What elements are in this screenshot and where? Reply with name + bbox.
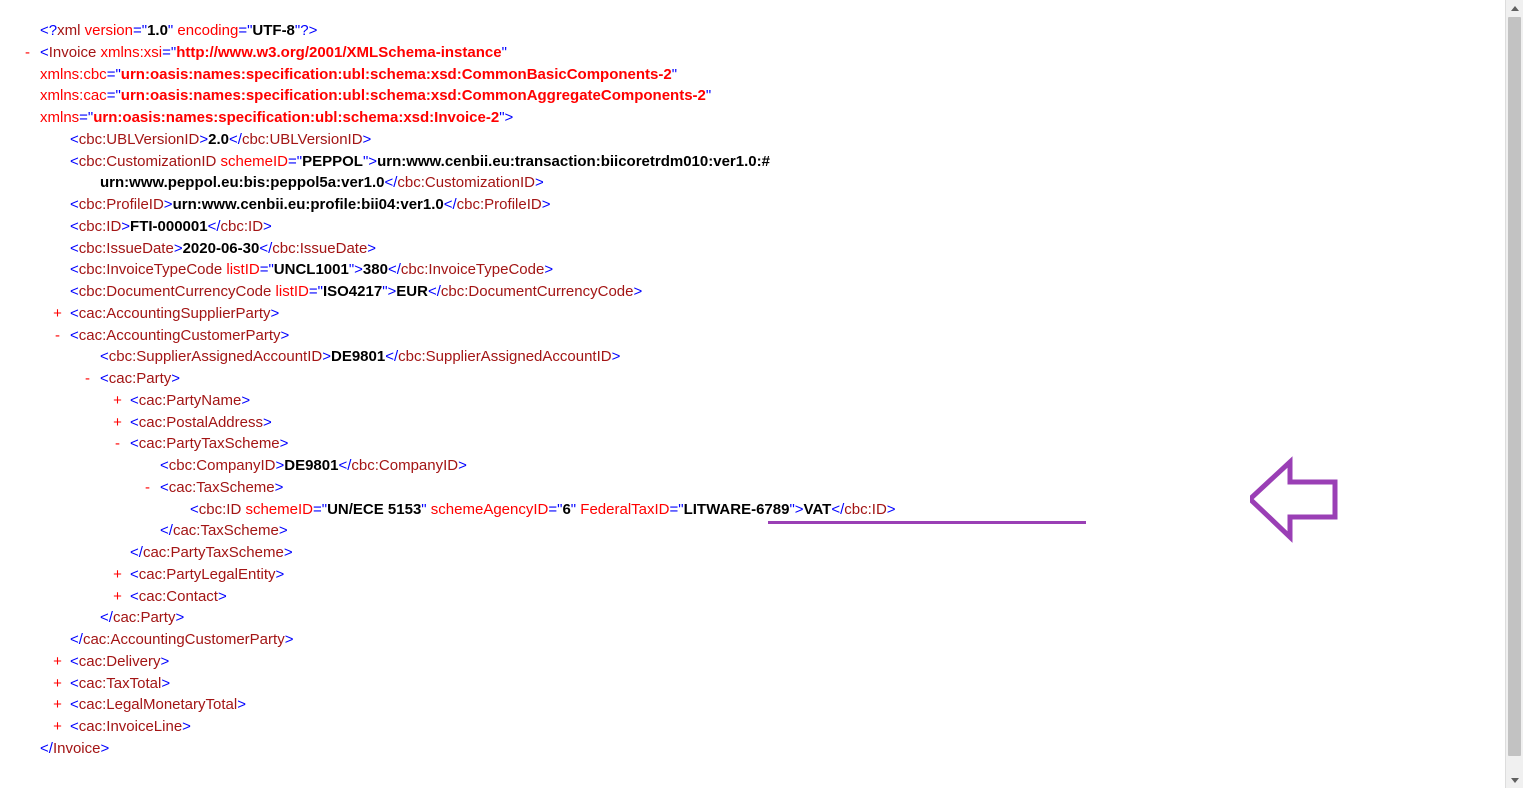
- expand-toggle[interactable]: +: [110, 564, 125, 586]
- scroll-up-icon[interactable]: [1506, 0, 1523, 17]
- collapse-toggle[interactable]: -: [80, 368, 95, 390]
- collapse-toggle[interactable]: -: [140, 477, 155, 499]
- accountingsupplierparty: +<cac:AccountingSupplierParty>: [40, 303, 1513, 325]
- vertical-scrollbar[interactable]: [1505, 0, 1523, 788]
- ns-cbc: xmlns:cbc="urn:oasis:names:specification…: [40, 64, 1513, 86]
- taxtotal: +<cac:TaxTotal>: [40, 673, 1513, 695]
- issuedate: <cbc:IssueDate>2020-06-30</cbc:IssueDate…: [40, 238, 1513, 260]
- collapse-toggle[interactable]: -: [110, 433, 125, 455]
- expand-toggle[interactable]: +: [50, 303, 65, 325]
- callout-arrow-icon: [1250, 452, 1340, 551]
- highlight-underline: [768, 521, 1086, 524]
- party-open: -<cac:Party>: [40, 368, 1513, 390]
- invoice-close: </Invoice>: [40, 738, 1513, 760]
- accountingcustomerparty-close: </cac:AccountingCustomerParty>: [40, 629, 1513, 651]
- collapse-toggle[interactable]: -: [20, 42, 35, 64]
- ublversion: <cbc:UBLVersionID>2.0</cbc:UBLVersionID>: [40, 129, 1513, 151]
- scroll-down-icon[interactable]: [1506, 771, 1523, 788]
- scroll-track[interactable]: [1506, 17, 1523, 771]
- ns-default: xmlns="urn:oasis:names:specification:ubl…: [40, 107, 1513, 129]
- accountingcustomerparty-open: -<cac:AccountingCustomerParty>: [40, 325, 1513, 347]
- id: <cbc:ID>FTI-000001</cbc:ID>: [40, 216, 1513, 238]
- legalmonetarytotal: +<cac:LegalMonetaryTotal>: [40, 694, 1513, 716]
- expand-toggle[interactable]: +: [50, 716, 65, 738]
- collapse-toggle[interactable]: -: [50, 325, 65, 347]
- postaladdress: +<cac:PostalAddress>: [40, 412, 1513, 434]
- supplierassignedaccountid: <cbc:SupplierAssignedAccountID>DE9801</c…: [40, 346, 1513, 368]
- customizationid: <cbc:CustomizationID schemeID="PEPPOL">u…: [40, 151, 1513, 173]
- party-close: </cac:Party>: [40, 607, 1513, 629]
- profileid: <cbc:ProfileID>urn:www.cenbii.eu:profile…: [40, 194, 1513, 216]
- xml-declaration: <?xml version="1.0" encoding="UTF-8"?>: [40, 20, 1513, 42]
- customizationid-line2: urn:www.peppol.eu:bis:peppol5a:ver1.0</c…: [40, 172, 1513, 194]
- invoiceline: +<cac:InvoiceLine>: [40, 716, 1513, 738]
- invoicetypecode: <cbc:InvoiceTypeCode listID="UNCL1001">3…: [40, 259, 1513, 281]
- invoice-open: -<Invoice xmlns:xsi="http://www.w3.org/2…: [40, 42, 1513, 64]
- delivery: +<cac:Delivery>: [40, 651, 1513, 673]
- xml-tree: <?xml version="1.0" encoding="UTF-8"?> -…: [0, 0, 1523, 770]
- xml-viewer-viewport: <?xml version="1.0" encoding="UTF-8"?> -…: [0, 0, 1523, 788]
- expand-toggle[interactable]: +: [110, 586, 125, 608]
- ns-cac: xmlns:cac="urn:oasis:names:specification…: [40, 85, 1513, 107]
- documentcurrencycode: <cbc:DocumentCurrencyCode listID="ISO421…: [40, 281, 1513, 303]
- contact: +<cac:Contact>: [40, 586, 1513, 608]
- partyname: +<cac:PartyName>: [40, 390, 1513, 412]
- partylegalentity: +<cac:PartyLegalEntity>: [40, 564, 1513, 586]
- expand-toggle[interactable]: +: [50, 651, 65, 673]
- expand-toggle[interactable]: +: [110, 390, 125, 412]
- scroll-thumb[interactable]: [1508, 17, 1521, 756]
- expand-toggle[interactable]: +: [50, 673, 65, 695]
- expand-toggle[interactable]: +: [110, 412, 125, 434]
- expand-toggle[interactable]: +: [50, 694, 65, 716]
